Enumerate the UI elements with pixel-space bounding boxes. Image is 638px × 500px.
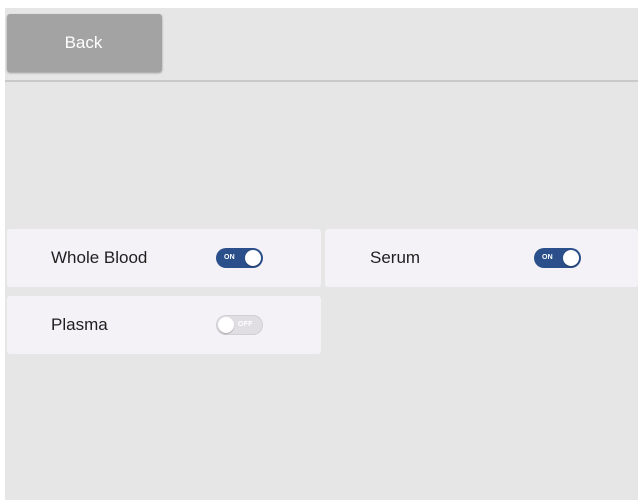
toggle-knob xyxy=(245,250,261,266)
option-card-serum: Serum ON xyxy=(325,229,638,287)
toggle-knob xyxy=(563,250,579,266)
toggle-state-text: ON xyxy=(224,254,235,261)
toggle-whole-blood[interactable]: ON xyxy=(216,248,263,268)
option-label-plasma: Plasma xyxy=(51,315,108,334)
header-divider xyxy=(5,80,638,82)
toggle-state-text: ON xyxy=(542,254,553,261)
toggle-state-text: OFF xyxy=(238,321,253,328)
option-label-serum: Serum xyxy=(370,248,421,267)
option-card-whole-blood: Whole Blood ON xyxy=(7,229,321,287)
option-label-whole-blood: Whole Blood xyxy=(51,248,148,267)
toggle-knob xyxy=(218,317,234,333)
option-card-plasma: Plasma OFF xyxy=(7,296,321,354)
back-button[interactable]: Back xyxy=(7,14,162,72)
screen: Back Whole Blood ON Serum ON Plasma OFF xyxy=(5,8,638,500)
toggle-serum[interactable]: ON xyxy=(534,248,581,268)
toggle-plasma[interactable]: OFF xyxy=(216,315,263,335)
header: Back xyxy=(5,8,638,81)
